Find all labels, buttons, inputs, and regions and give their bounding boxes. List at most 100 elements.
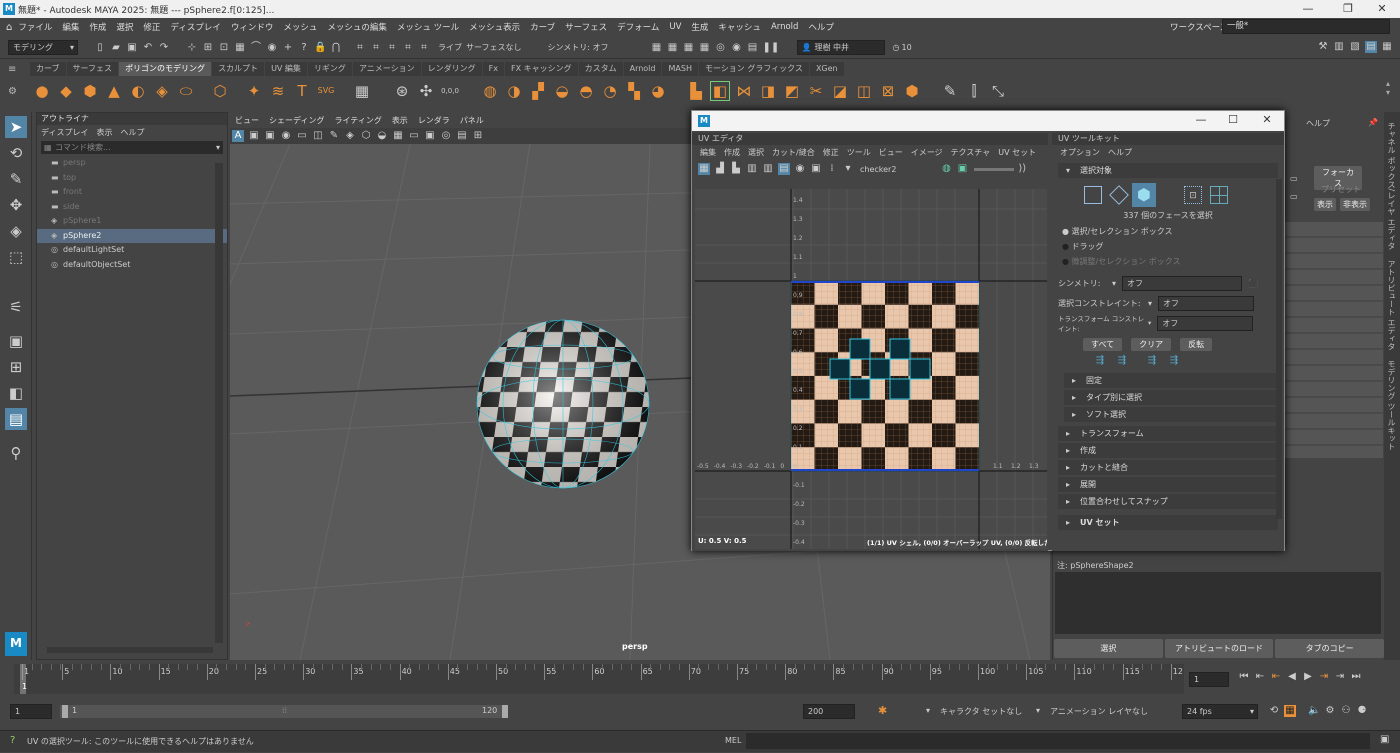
constraint-dropdown[interactable]: オフ	[1158, 295, 1255, 311]
hypershade-icon[interactable]: ▤	[747, 42, 759, 54]
snap-curve-icon[interactable]: ⌒	[250, 42, 262, 54]
layer-editor-icon[interactable]: ▦	[1381, 41, 1393, 53]
uv-menu-2[interactable]: 選択	[748, 147, 764, 158]
uv-menu-0[interactable]: 編集	[700, 147, 716, 158]
shrink-icon[interactable]: ⇶	[1094, 355, 1106, 367]
go-to-end-icon[interactable]: ⏭	[1350, 671, 1362, 683]
snap-icon-3[interactable]: ⌗	[386, 42, 398, 54]
snap-icon-2[interactable]: ⌗	[370, 42, 382, 54]
camera-icon-1[interactable]: ▣	[248, 130, 260, 142]
outliner-layout-icon[interactable]: ▤	[5, 408, 27, 430]
shrink-loop-icon[interactable]: ⇶	[1146, 355, 1158, 367]
append-icon[interactable]: ◨	[759, 82, 777, 100]
select-button[interactable]: 選択	[1054, 638, 1163, 658]
radio-box-select[interactable]: ● 選択/セレクション ボックス	[1052, 224, 1284, 239]
two-pane-icon[interactable]: ◧	[5, 382, 27, 404]
menu-6[interactable]: ウィンドウ	[231, 21, 274, 33]
freeze-transform-icon[interactable]: 0,0,0	[441, 82, 459, 100]
step-forward-frame-icon[interactable]: ⇥	[1318, 671, 1330, 683]
viewport-menu-1[interactable]: シェーディング	[269, 115, 324, 126]
menu-2[interactable]: 作成	[89, 21, 106, 33]
uv-toolkit-tab[interactable]: UV ツールキット	[1052, 133, 1284, 145]
poly-cube-icon[interactable]: ◆	[57, 82, 75, 100]
toolkit-menu-1[interactable]: ヘルプ	[1108, 147, 1132, 158]
uv-isolate-icon[interactable]: ◉	[794, 163, 806, 175]
search-icon[interactable]: ⚲	[5, 442, 27, 464]
menu-12[interactable]: サーフェス	[565, 21, 607, 33]
toolkit-subsection[interactable]: ソフト選択	[1064, 407, 1278, 422]
snap-plus-icon[interactable]: +	[282, 42, 294, 54]
menu-18[interactable]: ヘルプ	[808, 21, 834, 33]
outliner-item[interactable]: ▬ side	[37, 200, 227, 215]
super-shape-icon[interactable]: ✦	[245, 82, 263, 100]
film-gate-icon[interactable]: ▣	[424, 130, 436, 142]
snap-icon-5[interactable]: ⌗	[418, 42, 430, 54]
right-help-menu[interactable]: ヘルプ	[1306, 118, 1330, 129]
render-icon-2[interactable]: ▦	[667, 42, 679, 54]
combine-icon[interactable]: ◍	[481, 82, 499, 100]
panel-icon-1[interactable]: ▭	[1290, 174, 1298, 183]
vertical-tab-0[interactable]: チャネル ボックス/レイヤ エディタ	[1386, 122, 1397, 250]
toolkit-scrollbar[interactable]	[1276, 179, 1282, 519]
radio-drag[interactable]: ● ドラッグ	[1052, 239, 1284, 254]
section-uvset[interactable]: UV セット	[1058, 515, 1278, 530]
menu-14[interactable]: UV	[669, 22, 681, 32]
range-handle-left[interactable]	[62, 705, 68, 718]
toolkit-section[interactable]: トランスフォーム	[1058, 426, 1278, 441]
radio-tweak[interactable]: ● 微調整/セレクション ボックス	[1052, 254, 1284, 269]
symmetry-dropdown[interactable]: オフ	[1122, 275, 1243, 291]
copy-tab-button[interactable]: タブのコピー	[1275, 638, 1385, 658]
fill-hole-icon[interactable]: ◩	[783, 82, 801, 100]
uv-distort-icon[interactable]: ▙	[730, 163, 742, 175]
pSphere2-mesh[interactable]	[475, 317, 655, 493]
anim-prefs-icon[interactable]: ⚇	[1340, 705, 1352, 717]
script-editor-icon[interactable]: ▣	[1380, 734, 1389, 745]
outliner-item[interactable]: ◎ defaultLightSet	[37, 243, 227, 258]
camera-attr-icon[interactable]: A	[232, 130, 244, 142]
multi-cut-icon[interactable]: ✂	[807, 82, 825, 100]
outliner-item[interactable]: ▬ top	[37, 171, 227, 186]
uv-menu-7[interactable]: イメージ	[911, 147, 943, 158]
texture-name[interactable]: checker2	[860, 165, 896, 174]
shelf-tab-4[interactable]: UV 編集	[265, 62, 307, 76]
lock-camera-icon[interactable]: ◫	[312, 130, 324, 142]
live-surface-label[interactable]: サーフェスなし	[466, 42, 522, 53]
symmetry-icon[interactable]: ⬛	[1248, 279, 1258, 288]
range-handle-right[interactable]	[502, 705, 508, 718]
uv-snap-icon[interactable]: ▤	[778, 163, 790, 175]
shelf-tab-7[interactable]: レンダリング	[421, 62, 482, 76]
current-frame-field[interactable]: 1	[1189, 672, 1229, 687]
slide-icon[interactable]: ⤡	[989, 82, 1007, 100]
magnet-icon[interactable]: ⋂	[330, 42, 342, 54]
shelf-tab-14[interactable]: XGen	[809, 62, 844, 76]
select-vertex-icon[interactable]	[1084, 186, 1102, 204]
outliner-item[interactable]: ▬ persp	[37, 156, 227, 171]
uv-menu-5[interactable]: ツール	[847, 147, 871, 158]
snap-icon-4[interactable]: ⌗	[402, 42, 414, 54]
poly-sphere-icon[interactable]: ●	[33, 82, 51, 100]
uv-image-icon[interactable]: ▣	[956, 163, 968, 175]
fps-dropdown[interactable]: 24 fps ▾	[1182, 704, 1258, 719]
shelf-tab-13[interactable]: モーション グラフィックス	[698, 62, 809, 76]
paint-select-icon[interactable]: ✎	[5, 168, 27, 190]
uv-shaded-icon[interactable]: ▟	[714, 163, 726, 175]
settings-icon[interactable]: ⚙	[1324, 705, 1336, 717]
boolean-union-icon[interactable]: ▞	[529, 82, 547, 100]
hide-button[interactable]: 非表示	[1340, 198, 1370, 211]
render-icon-4[interactable]: ▦	[699, 42, 711, 54]
outliner-item[interactable]: ◈ pSphere2	[37, 228, 227, 243]
quad-draw-icon[interactable]: ⊠	[879, 82, 897, 100]
menu-5[interactable]: ディスプレイ	[170, 21, 220, 33]
sweep-icon[interactable]: ≋	[269, 82, 287, 100]
step-back-key-icon[interactable]: ⇤	[1254, 671, 1266, 683]
pin-icon[interactable]: 📌	[1368, 118, 1378, 127]
render-view-icon[interactable]: ◉	[731, 42, 743, 54]
field-chart-icon[interactable]: ⊞	[472, 130, 484, 142]
viewport-menu-4[interactable]: レンダラ	[418, 115, 450, 126]
uv-menu-4[interactable]: 修正	[823, 147, 839, 158]
select-object-icon[interactable]: ⊞	[202, 42, 214, 54]
resolution-icon[interactable]: ▤	[456, 130, 468, 142]
uv-canvas[interactable]: 1.4 1.3 1.2 1.1 1 0.9 0.8 0.7 0.6 0.5 0.4 0.3 0.2 0.1…	[695, 189, 1047, 549]
xray-icon[interactable]: ◈	[344, 130, 356, 142]
wire-icon[interactable]: ⬡	[360, 130, 372, 142]
